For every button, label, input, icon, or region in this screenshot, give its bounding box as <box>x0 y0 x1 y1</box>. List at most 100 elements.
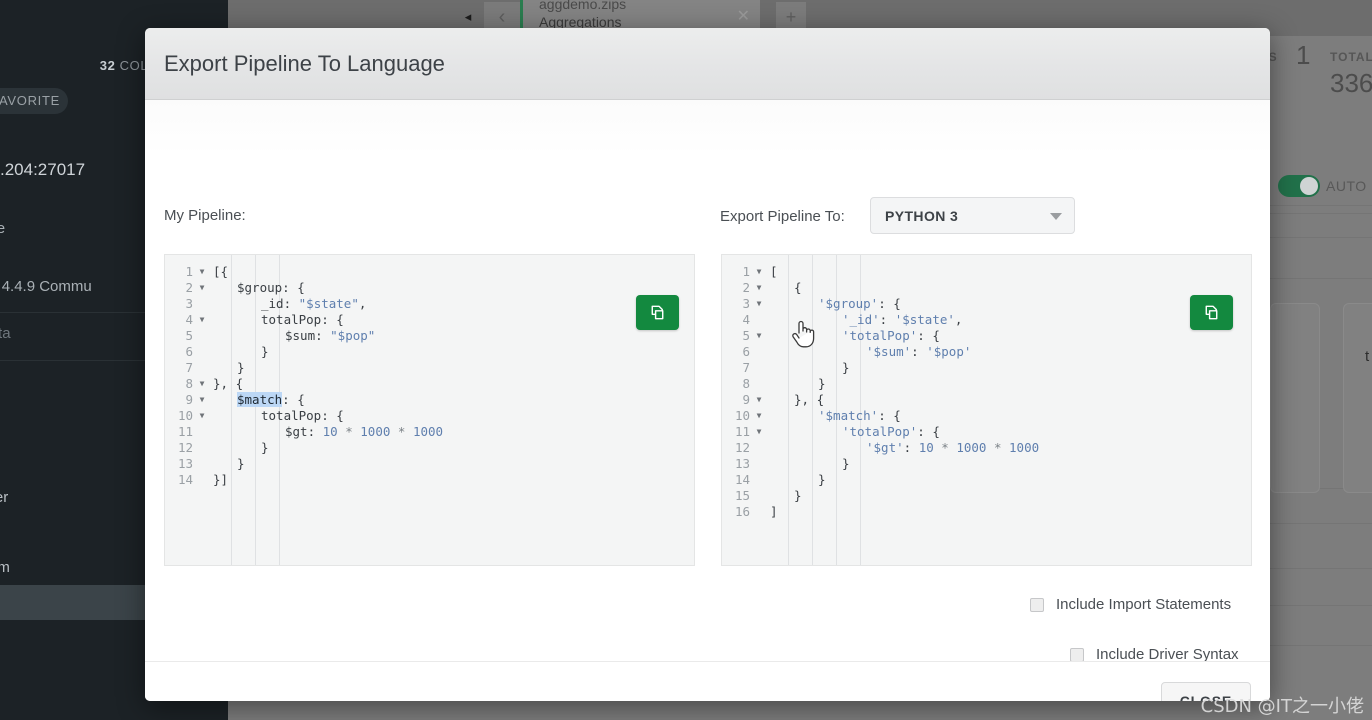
copy-pipeline-button[interactable] <box>636 295 679 330</box>
exported-code-editor[interactable]: 1 ▼[2 ▼{3 ▼ '$group': {4 '_id': '$state', 5 ▼'t… <box>721 254 1252 566</box>
code-token: '$state' <box>894 312 955 327</box>
code-text: }, { <box>766 392 1251 408</box>
include-import-statements-checkbox[interactable]: Include Import Statements <box>1030 596 1231 613</box>
code-line[interactable]: 12} <box>165 440 694 456</box>
fold-caret-icon[interactable]: ▼ <box>195 280 209 296</box>
code-line[interactable]: 7} <box>722 360 1251 376</box>
background-rule <box>1265 605 1372 606</box>
line-number: 5 <box>742 328 750 343</box>
fold-caret-icon[interactable]: ▼ <box>195 376 209 392</box>
code-line[interactable]: 14} <box>722 472 1251 488</box>
line-number: 13 <box>734 456 750 471</box>
code-text: }] <box>209 472 694 488</box>
fold-caret-icon[interactable]: ▼ <box>752 296 766 312</box>
code-token: 'totalPop' <box>842 424 918 439</box>
code-line[interactable]: 14}] <box>165 472 694 488</box>
code-token: } <box>237 456 245 471</box>
fold-caret-icon[interactable]: ▼ <box>195 312 209 328</box>
code-token: : { <box>917 328 940 343</box>
background-rule <box>1265 213 1372 214</box>
code-text: totalPop: { <box>209 312 694 328</box>
code-token: } <box>261 440 269 455</box>
code-line[interactable]: 7} <box>165 360 694 376</box>
code-line[interactable]: 3 _id: "$state", <box>165 296 694 312</box>
code-line[interactable]: 6 '$sum': '$pop' <box>722 344 1251 360</box>
code-line[interactable]: 9 ▼ $match: { <box>165 392 694 408</box>
code-text: _id: "$state", <box>209 296 694 312</box>
background-rule <box>1265 645 1372 646</box>
code-token: ] <box>770 504 778 519</box>
code-token: $gt: <box>285 424 323 439</box>
code-text: '$sum': '$pop' <box>766 344 1251 360</box>
code-text: [ <box>766 264 1251 280</box>
sidebar-item-label: ustomer <box>0 489 9 506</box>
code-token: }, { <box>794 392 825 407</box>
line-number: 3 <box>185 296 193 311</box>
my-pipeline-editor[interactable]: 1 ▼[{2 ▼ $group: {3 _id: "$state", 4 ▼ totalPop… <box>164 254 695 566</box>
line-number: 9 <box>185 392 193 407</box>
code-token: } <box>818 472 826 487</box>
line-number: 1 <box>742 264 750 279</box>
checkbox-box[interactable] <box>1070 647 1084 662</box>
close-icon[interactable]: ✕ <box>737 6 750 26</box>
code-line[interactable]: 4 ▼ totalPop: { <box>165 312 694 328</box>
code-token: } <box>237 360 245 375</box>
code-line[interactable]: 13} <box>165 456 694 472</box>
code-line[interactable]: 10 ▼ totalPop: { <box>165 408 694 424</box>
fold-caret-icon[interactable]: ▼ <box>195 408 209 424</box>
fold-caret-icon[interactable]: ▼ <box>752 408 766 424</box>
code-line[interactable]: 2 ▼ $group: { <box>165 280 694 296</box>
code-line[interactable]: 1 ▼ [ <box>722 264 1251 280</box>
code-token: }] <box>213 472 229 487</box>
code-line[interactable]: 15} <box>722 488 1251 504</box>
code-token: 1000 <box>1009 440 1040 455</box>
code-line[interactable]: 5 $sum: "$pop" <box>165 328 694 344</box>
code-line[interactable]: 16] <box>722 504 1251 520</box>
code-token: * <box>933 440 957 455</box>
code-line[interactable]: 11 $gt: 10 * 1000 * 1000 <box>165 424 694 440</box>
code-text: $gt: 10 * 1000 * 1000 <box>209 424 694 440</box>
code-text: 'totalPop': { <box>766 328 1251 344</box>
fold-caret-icon[interactable]: ▼ <box>752 392 766 408</box>
sidebar-favorite-chip[interactable]: AVORITE <box>0 88 68 114</box>
code-token: * <box>390 424 413 439</box>
language-select[interactable]: PYTHON 3 <box>870 197 1075 234</box>
fold-caret-icon[interactable]: ▼ <box>752 424 766 440</box>
code-line[interactable]: 8 ▼}, { <box>165 376 694 392</box>
fold-caret-icon[interactable]: ▼ <box>752 264 766 280</box>
language-select-value: PYTHON 3 <box>885 208 959 224</box>
code-token: "$pop" <box>330 328 376 343</box>
copy-exported-button[interactable] <box>1190 295 1233 330</box>
code-line[interactable]: 10 ▼ '$match': { <box>722 408 1251 424</box>
code-text: $group: { <box>209 280 694 296</box>
code-line[interactable]: 5 ▼'totalPop': { <box>722 328 1251 344</box>
code-line[interactable]: 4 '_id': '$state', <box>722 312 1251 328</box>
code-line[interactable]: 3 ▼ '$group': { <box>722 296 1251 312</box>
fold-caret-icon[interactable]: ▼ <box>195 392 209 408</box>
checkbox-box[interactable] <box>1030 597 1044 612</box>
code-line[interactable]: 13} <box>722 456 1251 472</box>
fold-caret-icon[interactable]: ▼ <box>752 280 766 296</box>
auto-preview-toggle[interactable] <box>1278 175 1320 197</box>
code-line[interactable]: 12 '$gt': 10 * 1000 * 1000 <box>722 440 1251 456</box>
code-text: } <box>766 360 1251 376</box>
fold-caret-icon[interactable]: ▼ <box>195 264 209 280</box>
code-line[interactable]: 8} <box>722 376 1251 392</box>
chevron-down-icon <box>1050 213 1062 220</box>
code-line[interactable]: 1 ▼ [{ <box>165 264 694 280</box>
sidebar-item-label: rderItem <box>0 559 10 576</box>
code-token: : { <box>282 392 305 407</box>
code-token: _id: <box>261 296 299 311</box>
my-pipeline-code[interactable]: 1 ▼[{2 ▼ $group: {3 _id: "$state", 4 ▼ totalPop… <box>165 255 694 565</box>
code-line[interactable]: 6} <box>165 344 694 360</box>
exported-code[interactable]: 1 ▼[2 ▼{3 ▼ '$group': {4 '_id': '$state', 5 ▼'t… <box>722 255 1251 565</box>
code-line[interactable]: 11 ▼'totalPop': { <box>722 424 1251 440</box>
fold-caret-icon[interactable]: ▼ <box>752 328 766 344</box>
code-line[interactable]: 2 ▼ { <box>722 280 1251 296</box>
code-line[interactable]: 9 ▼}, { <box>722 392 1251 408</box>
code-text: } <box>766 376 1251 392</box>
code-token: '$pop' <box>926 344 972 359</box>
